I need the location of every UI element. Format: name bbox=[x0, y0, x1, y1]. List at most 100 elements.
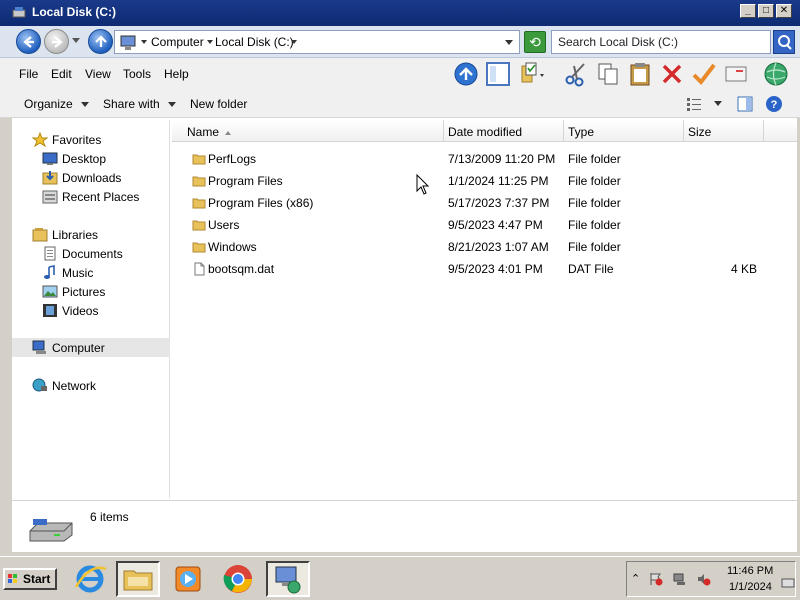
share-with-label: Share with bbox=[103, 97, 160, 111]
view-dropdown-icon[interactable] bbox=[714, 101, 722, 106]
mail-icon[interactable] bbox=[722, 60, 750, 88]
menu-view[interactable]: View bbox=[85, 67, 111, 81]
address-history-dropdown[interactable] bbox=[505, 40, 513, 45]
nav-music-label: Music bbox=[62, 266, 94, 280]
action-center-icon[interactable] bbox=[649, 572, 663, 586]
start-button[interactable]: Start bbox=[3, 568, 57, 590]
file-row[interactable]: bootsqm.dat 9/5/2023 4:01 PM DAT File 4 … bbox=[172, 259, 797, 281]
music-icon bbox=[44, 265, 55, 279]
file-type: File folder bbox=[568, 152, 621, 166]
window-frame-left bbox=[0, 118, 12, 555]
file-name: Users bbox=[208, 218, 240, 232]
nav-favorites[interactable]: Favorites bbox=[12, 130, 170, 149]
file-row[interactable]: Program Files 1/1/2024 11:25 PM File fol… bbox=[172, 171, 797, 193]
nav-music[interactable]: Music bbox=[12, 263, 170, 282]
maximize-button[interactable]: □ bbox=[758, 4, 774, 18]
forward-button[interactable] bbox=[44, 29, 69, 54]
refresh-button[interactable]: ⟲ bbox=[524, 31, 546, 53]
file-type: DAT File bbox=[568, 262, 614, 276]
crumb-separator-icon[interactable] bbox=[141, 40, 147, 44]
column-header-date[interactable]: Date modified bbox=[448, 125, 522, 139]
clock-time[interactable]: 11:46 PM bbox=[727, 565, 773, 577]
menu-edit[interactable]: Edit bbox=[51, 67, 72, 81]
back-button[interactable] bbox=[16, 29, 41, 54]
crumb-separator-icon[interactable] bbox=[291, 40, 297, 44]
column-divider[interactable] bbox=[683, 120, 684, 142]
file-row[interactable]: Users 9/5/2023 4:47 PM File folder bbox=[172, 215, 797, 237]
menu-file[interactable]: File bbox=[19, 67, 38, 81]
nav-network-label: Network bbox=[52, 379, 97, 393]
nav-videos[interactable]: Videos bbox=[12, 301, 170, 320]
nav-downloads[interactable]: Downloads bbox=[12, 168, 170, 187]
checkmark-icon[interactable] bbox=[690, 60, 718, 88]
recent-pages-dropdown[interactable] bbox=[72, 38, 80, 43]
folder-icon bbox=[192, 220, 206, 231]
views-icon[interactable] bbox=[518, 60, 546, 88]
clock-date[interactable]: 1/1/2024 bbox=[729, 581, 772, 593]
column-divider[interactable] bbox=[443, 120, 444, 142]
computer-icon bbox=[32, 340, 46, 354]
nav-desktop[interactable]: Desktop bbox=[12, 149, 170, 168]
file-type: File folder bbox=[568, 240, 621, 254]
breadcrumb-computer[interactable]: Computer bbox=[151, 35, 204, 49]
file-type: File folder bbox=[568, 174, 621, 188]
copy-icon[interactable] bbox=[594, 60, 622, 88]
globe-icon[interactable] bbox=[762, 60, 790, 88]
column-header-size[interactable]: Size bbox=[688, 125, 711, 139]
keyboard-icon[interactable] bbox=[781, 576, 795, 590]
minimize-button[interactable]: _ bbox=[740, 4, 756, 18]
cut-icon[interactable] bbox=[562, 60, 590, 88]
help-icon[interactable]: ? bbox=[765, 95, 783, 113]
taskbar-media-player[interactable] bbox=[166, 561, 210, 597]
column-divider[interactable] bbox=[563, 120, 564, 142]
pictures-icon bbox=[42, 285, 58, 298]
show-hidden-icons-icon[interactable]: ⌃ bbox=[631, 572, 640, 585]
nav-documents[interactable]: Documents bbox=[12, 244, 170, 263]
taskbar-network-app[interactable] bbox=[266, 561, 310, 597]
search-button[interactable] bbox=[773, 30, 795, 54]
nav-desktop-label: Desktop bbox=[62, 152, 107, 166]
volume-muted-icon[interactable] bbox=[697, 572, 711, 586]
delete-icon[interactable] bbox=[658, 60, 686, 88]
column-divider[interactable] bbox=[763, 120, 764, 142]
nav-recent-places[interactable]: Recent Places bbox=[12, 187, 170, 206]
taskbar-file-explorer[interactable] bbox=[116, 561, 160, 597]
menu-help[interactable]: Help bbox=[164, 67, 189, 81]
taskbar-chrome[interactable] bbox=[216, 561, 260, 597]
column-header-type[interactable]: Type bbox=[568, 125, 594, 139]
close-button[interactable]: ✕ bbox=[776, 4, 792, 18]
file-row[interactable]: Windows 8/21/2023 1:07 AM File folder bbox=[172, 237, 797, 259]
desktop-icon bbox=[42, 152, 58, 165]
address-bar[interactable]: Computer Local Disk (C:) bbox=[114, 30, 520, 54]
recent-places-icon bbox=[42, 190, 58, 204]
menu-bar: File Edit View Tools Help bbox=[0, 58, 800, 90]
up-folder-icon[interactable] bbox=[452, 60, 480, 88]
search-input[interactable]: Search Local Disk (C:) bbox=[551, 30, 771, 54]
downloads-icon bbox=[42, 171, 58, 185]
menu-tools[interactable]: Tools bbox=[123, 67, 151, 81]
command-bar: Organize Share with New folder ? bbox=[0, 90, 800, 118]
taskbar-internet-explorer[interactable] bbox=[68, 561, 112, 597]
column-header-name[interactable]: Name bbox=[187, 125, 232, 139]
chrome-icon bbox=[223, 565, 252, 593]
nav-pictures[interactable]: Pictures bbox=[12, 282, 170, 301]
address-row: Computer Local Disk (C:) ⟲ Search Local … bbox=[0, 26, 800, 58]
windows-flag-icon bbox=[8, 574, 17, 583]
network-status-icon[interactable] bbox=[673, 572, 687, 586]
view-options-icon[interactable] bbox=[686, 97, 702, 111]
file-row[interactable]: PerfLogs 7/13/2009 11:20 PM File folder bbox=[172, 149, 797, 171]
new-folder-button[interactable]: New folder bbox=[190, 97, 247, 111]
up-button[interactable] bbox=[88, 29, 113, 54]
preview-pane-icon[interactable] bbox=[737, 96, 753, 112]
nav-computer[interactable]: Computer bbox=[12, 338, 170, 357]
paste-icon[interactable] bbox=[626, 60, 654, 88]
nav-libraries[interactable]: Libraries bbox=[12, 225, 170, 244]
chevron-down-icon bbox=[167, 102, 176, 108]
folders-pane-icon[interactable] bbox=[484, 60, 512, 88]
breadcrumb-local-disk[interactable]: Local Disk (C:) bbox=[215, 35, 294, 49]
organize-button[interactable]: Organize bbox=[24, 97, 89, 111]
share-with-button[interactable]: Share with bbox=[103, 97, 176, 111]
nav-network[interactable]: Network bbox=[12, 376, 170, 395]
file-row[interactable]: Program Files (x86) 5/17/2023 7:37 PM Fi… bbox=[172, 193, 797, 215]
crumb-separator-icon[interactable] bbox=[207, 40, 213, 44]
